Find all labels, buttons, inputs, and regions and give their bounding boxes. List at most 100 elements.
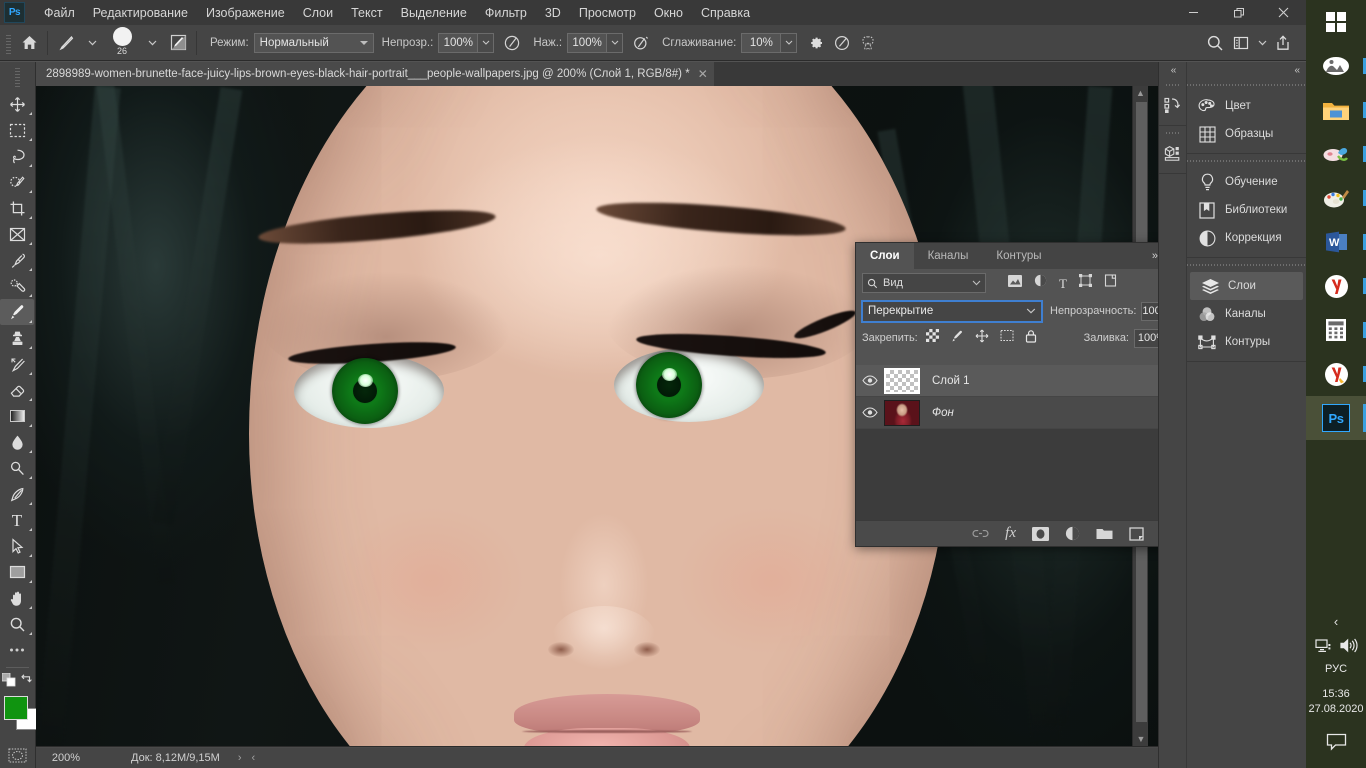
layer-style-button[interactable]: fx [1005, 525, 1016, 542]
rectangle-tool[interactable] [0, 559, 34, 585]
gear-icon[interactable] [803, 30, 829, 56]
menu-filter[interactable]: Фильтр [476, 2, 536, 24]
blur-tool[interactable] [0, 429, 34, 455]
rail-collapse-button[interactable]: « [1159, 62, 1186, 78]
options-bar-grip[interactable] [4, 32, 13, 54]
layer-thumbnail[interactable] [884, 368, 920, 394]
pixel-filter-icon[interactable] [1008, 274, 1022, 292]
marquee-tool[interactable] [0, 117, 34, 143]
zoom-tool[interactable] [0, 611, 34, 637]
history-icon[interactable] [1159, 91, 1186, 119]
pen-tool[interactable] [0, 481, 34, 507]
zoom-level[interactable]: 200% [36, 752, 96, 764]
volume-icon[interactable] [1339, 638, 1358, 656]
smoothing-input[interactable]: 10% [741, 33, 781, 53]
word-app[interactable]: W [1306, 220, 1366, 264]
tab-paths[interactable]: Контуры [982, 243, 1055, 269]
quick-mask-icon[interactable] [0, 742, 34, 768]
yandex-alt-app[interactable] [1306, 352, 1366, 396]
adjustment-layer-button[interactable] [1065, 526, 1080, 541]
dock-item-channels[interactable]: Каналы [1187, 300, 1306, 328]
photos-app[interactable] [1306, 44, 1366, 88]
brush-tool[interactable] [0, 299, 34, 325]
spot-healing-brush-tool[interactable] [0, 273, 34, 299]
lock-transparent-icon[interactable] [926, 329, 939, 347]
pressure-opacity-icon[interactable] [499, 30, 525, 56]
filter-type-select[interactable]: Вид [862, 273, 986, 293]
scroll-up-icon[interactable]: ▲ [1133, 86, 1148, 100]
lock-all-icon[interactable] [1025, 329, 1037, 348]
hand-tool[interactable] [0, 585, 34, 611]
dock-item-paths[interactable]: Контуры [1187, 328, 1306, 356]
clone-stamp-tool[interactable] [0, 325, 34, 351]
share-icon[interactable] [1270, 30, 1296, 56]
dock-item-learn[interactable]: Обучение [1187, 168, 1306, 196]
close-button[interactable] [1261, 0, 1306, 25]
close-icon[interactable]: ✕ [698, 67, 708, 81]
smart-object-filter-icon[interactable] [1104, 274, 1117, 292]
symmetry-butterfly-icon[interactable] [855, 30, 881, 56]
smoothing-caret-icon[interactable] [781, 33, 797, 53]
tray-expand-icon[interactable]: ‹ [1334, 608, 1338, 635]
menu-image[interactable]: Изображение [197, 2, 294, 24]
minimize-button[interactable] [1171, 0, 1216, 25]
menu-3d[interactable]: 3D [536, 2, 570, 24]
dock-item-layers[interactable]: Слои [1190, 272, 1303, 300]
flow-input[interactable]: 100% [567, 33, 607, 53]
network-icon[interactable] [1315, 638, 1333, 656]
table-row[interactable]: Фон [856, 397, 1188, 429]
language-indicator[interactable]: РУС [1325, 659, 1347, 681]
photoshop-app[interactable]: Ps [1306, 396, 1366, 440]
lock-position-icon[interactable] [975, 329, 989, 348]
new-group-button[interactable] [1096, 527, 1113, 540]
menu-window[interactable]: Окно [645, 2, 692, 24]
paint-3d-app[interactable] [1306, 132, 1366, 176]
quick-selection-tool[interactable] [0, 169, 34, 195]
airbrush-icon[interactable] [628, 30, 654, 56]
brush-panel-icon[interactable] [165, 30, 191, 56]
layer-visibility-icon[interactable] [856, 375, 884, 386]
lasso-tool[interactable] [0, 143, 34, 169]
dock-item-color[interactable]: Цвет [1187, 92, 1306, 120]
tab-channels[interactable]: Каналы [914, 243, 983, 269]
link-layers-button[interactable] [972, 528, 989, 539]
toolbar-grip[interactable] [13, 65, 22, 87]
dock-grip[interactable] [1187, 158, 1306, 164]
menu-layers[interactable]: Слои [294, 2, 342, 24]
angle-icon[interactable] [829, 30, 855, 56]
foreground-color-swatch[interactable] [4, 696, 28, 720]
workspace-icon[interactable] [1228, 30, 1254, 56]
flow-caret-icon[interactable] [607, 33, 623, 53]
new-layer-button[interactable] [1129, 527, 1144, 541]
brush-size-caret[interactable] [139, 30, 165, 56]
workspace-caret-icon[interactable] [1254, 30, 1270, 56]
frame-tool[interactable] [0, 221, 34, 247]
dodge-tool[interactable] [0, 455, 34, 481]
lock-artboard-icon[interactable] [1000, 329, 1014, 347]
clock[interactable]: 15:36 27.08.2020 [1308, 681, 1363, 725]
layer-name[interactable]: Слой 1 [932, 375, 970, 387]
start-button[interactable] [1306, 0, 1366, 44]
3d-properties-icon[interactable] [1159, 139, 1186, 167]
document-tab[interactable]: 2898989-women-brunette-face-juicy-lips-b… [36, 62, 714, 86]
chevrons-right-icon[interactable]: » [1152, 250, 1156, 262]
shape-filter-icon[interactable] [1079, 274, 1092, 292]
notification-icon[interactable] [1326, 725, 1347, 768]
table-row[interactable]: Слой 1 [856, 365, 1188, 397]
path-selection-tool[interactable] [0, 533, 34, 559]
status-next-icon[interactable]: › [238, 752, 242, 764]
dock-item-adjustments[interactable]: Коррекция [1187, 224, 1306, 252]
brush-preset-caret[interactable] [79, 30, 105, 56]
layers-list[interactable]: Слой 1 Фон [856, 365, 1188, 520]
rail-grip[interactable] [1166, 130, 1179, 136]
layer-mask-button[interactable] [1032, 527, 1049, 541]
tab-layers[interactable]: Слои [856, 243, 914, 269]
rail-grip[interactable] [1166, 82, 1179, 88]
move-tool[interactable] [0, 91, 34, 117]
paint-app[interactable] [1306, 176, 1366, 220]
brush-size-preview[interactable]: 26 [105, 26, 139, 60]
brush-preset-icon[interactable] [53, 30, 79, 56]
crop-tool[interactable] [0, 195, 34, 221]
edit-toolbar-button[interactable] [0, 637, 34, 663]
default-colors-icon[interactable] [2, 673, 16, 692]
